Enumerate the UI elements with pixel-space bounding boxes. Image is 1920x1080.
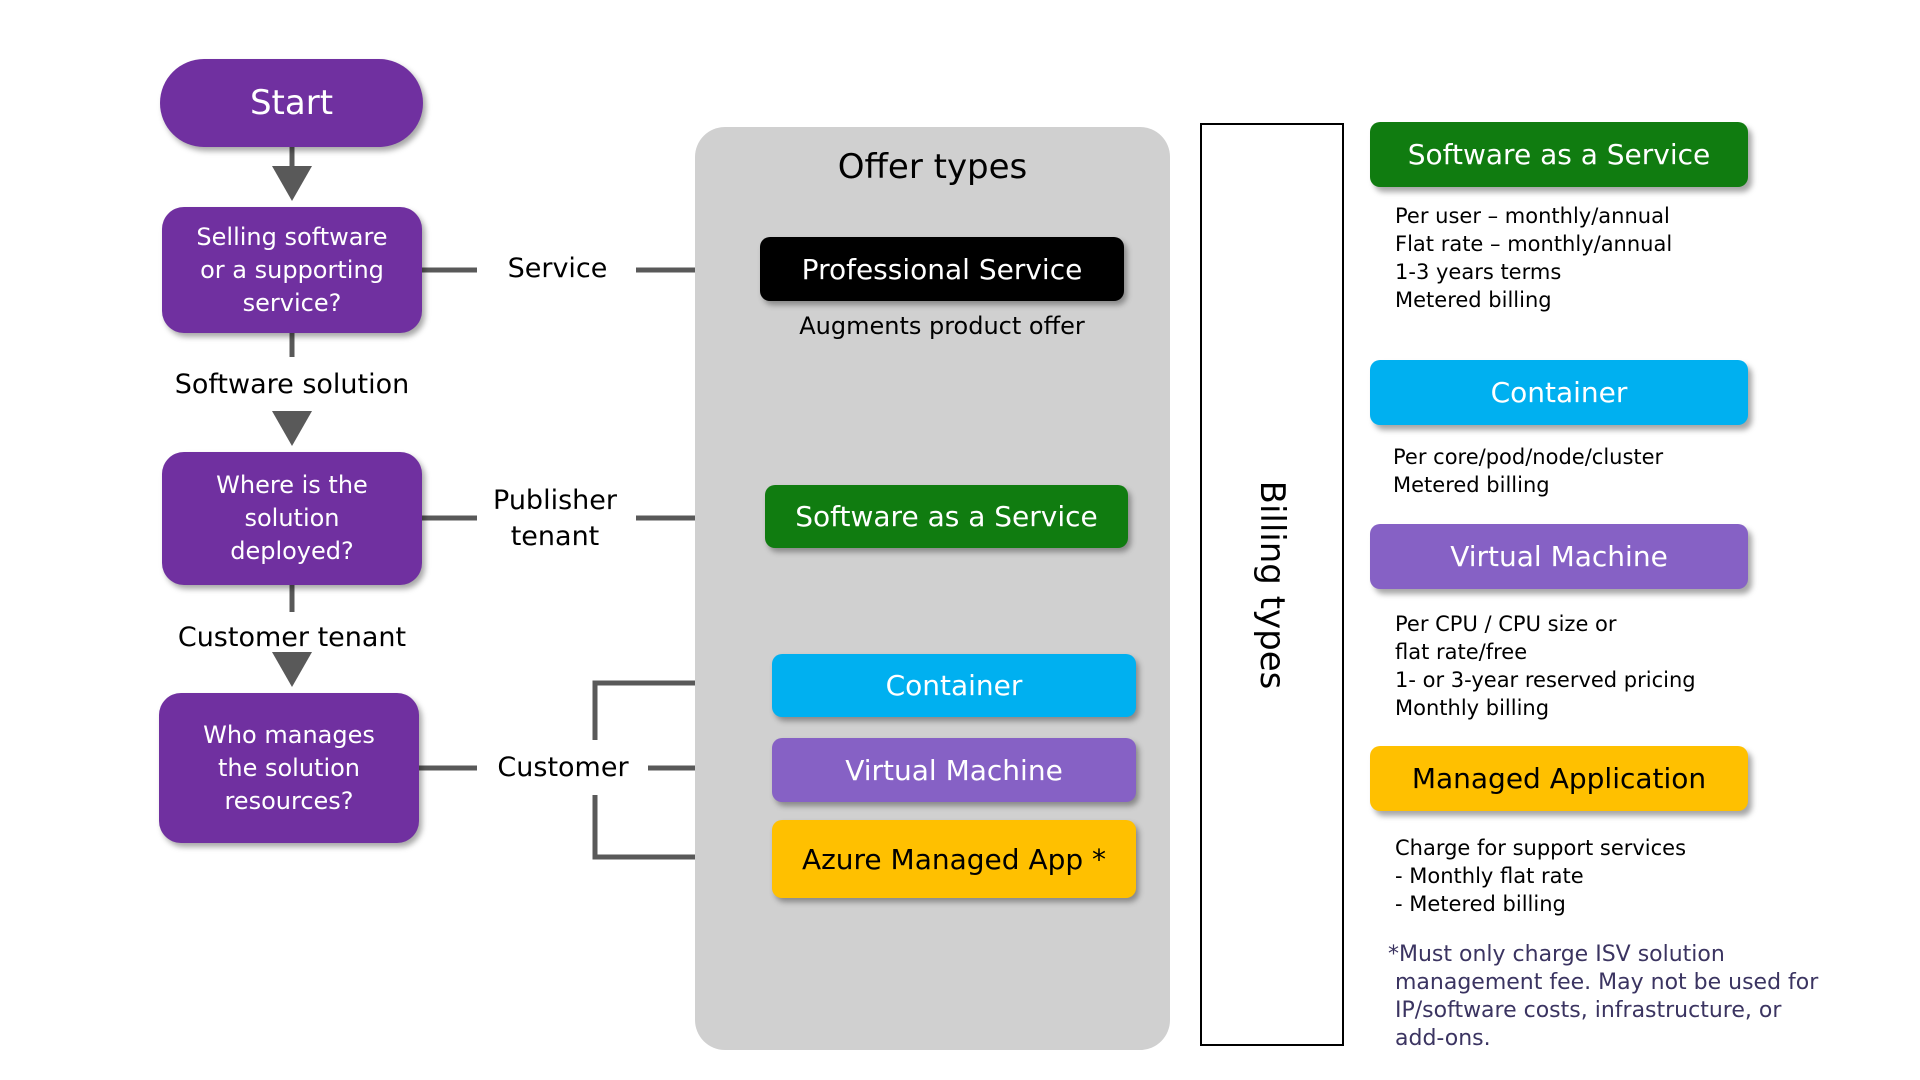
detail-line: Per core/pod/node/cluster — [1393, 445, 1664, 469]
answer-publisher-tenant: Publisher tenant — [493, 485, 617, 552]
detail-line: Metered billing — [1395, 288, 1552, 312]
managed-app-footnote: *Must only charge ISV solution managemen… — [1388, 942, 1819, 1051]
offer-saas: Software as a Service — [765, 485, 1128, 548]
billing-types-frame: Billing types — [1200, 123, 1344, 1046]
billing-container: Container — [1370, 360, 1748, 425]
offer-professional-service-note: Augments product offer — [799, 312, 1085, 340]
answer-service: Service — [507, 253, 608, 284]
billing-managed-application-details: Charge for support services - Monthly fl… — [1395, 834, 1686, 918]
detail-line: Per user – monthly/annual — [1395, 204, 1670, 228]
start-node: Start — [160, 59, 423, 147]
billing-virtual-machine-details: Per CPU / CPU size or flat rate/free 1- … — [1395, 610, 1696, 722]
answer-customer: Customer — [497, 752, 629, 783]
offer-container: Container — [772, 654, 1136, 717]
offer-virtual-machine: Virtual Machine — [772, 738, 1136, 802]
offer-professional-service: Professional Service — [760, 237, 1124, 301]
decision-selling-software: Selling software or a supporting service… — [162, 207, 422, 333]
detail-line: Monthly billing — [1395, 696, 1550, 720]
detail-line: 1- or 3-year reserved pricing — [1395, 668, 1696, 692]
offer-azure-managed-app: Azure Managed App * — [772, 820, 1136, 898]
billing-saas: Software as a Service — [1370, 122, 1748, 187]
answer-customer-tenant: Customer tenant — [177, 622, 407, 653]
billing-types-title: Billing types — [1252, 480, 1292, 689]
detail-line: Flat rate – monthly/annual — [1395, 232, 1673, 256]
detail-line: flat rate/free — [1395, 640, 1528, 664]
answer-software-solution: Software solution — [174, 369, 410, 400]
billing-managed-application: Managed Application — [1370, 746, 1748, 811]
detail-line: Per CPU / CPU size or — [1395, 612, 1617, 636]
detail-line: 1-3 years terms — [1395, 260, 1562, 284]
billing-saas-details: Per user – monthly/annual Flat rate – mo… — [1395, 202, 1672, 314]
decision-deployment-location: Where is the solution deployed? — [162, 452, 422, 585]
detail-line: Metered billing — [1393, 473, 1550, 497]
detail-line: - Monthly flat rate — [1395, 864, 1584, 888]
billing-virtual-machine: Virtual Machine — [1370, 524, 1748, 589]
offer-types-title: Offer types — [837, 147, 1028, 187]
detail-line: - Metered billing — [1395, 892, 1566, 916]
billing-container-details: Per core/pod/node/cluster Metered billin… — [1393, 443, 1663, 499]
detail-line: Charge for support services — [1395, 836, 1687, 860]
decision-resource-manager: Who manages the solution resources? — [159, 693, 419, 843]
